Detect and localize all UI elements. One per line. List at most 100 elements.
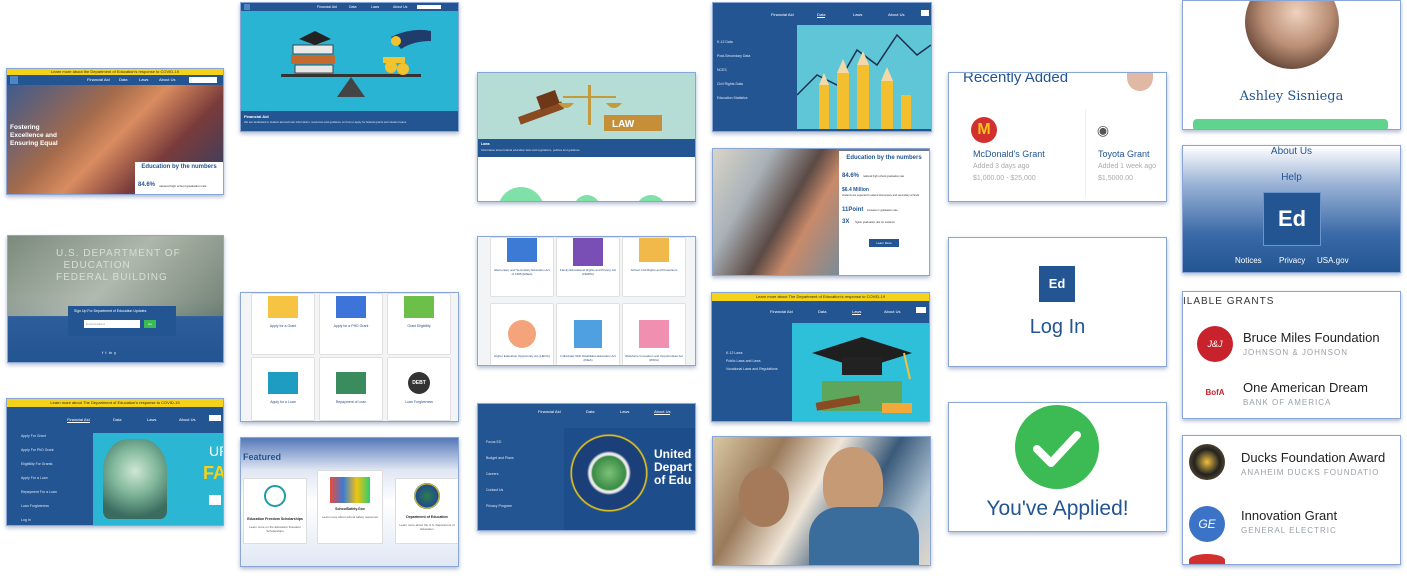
twitter-icon[interactable]: t [105,350,106,355]
thumb-aid-cards[interactable]: Apply for a Grant Apply for a PHD Grant … [240,292,459,422]
featured-card[interactable]: Education Freedom Scholarships Learn mor… [243,478,307,544]
grant-card[interactable]: ◉ Toyota Grant Added 1 week ago $1,5000.… [1085,109,1166,197]
thumb-featured[interactable]: Featured Education Freedom Scholarships … [240,437,459,567]
youtube-icon[interactable]: y [114,350,116,355]
sidebar-item[interactable]: K-12 Data [717,35,750,49]
thumb-aid-washington[interactable]: Learn more about The Department of Educa… [6,398,224,526]
nav-laws[interactable]: Laws [853,12,862,17]
nav-laws[interactable]: Laws [620,409,629,414]
avatar[interactable] [1245,1,1339,69]
nav-financial-aid[interactable]: Financial Aid [770,309,793,314]
nav-financial-aid[interactable]: Financial Aid [67,417,90,423]
thumb-login[interactable]: Ed Log In [948,237,1167,367]
nav-laws[interactable]: Laws [147,417,156,422]
nav-financial-aid[interactable]: Financial Aid [538,409,561,414]
grant-name[interactable]: One American Dream [1243,380,1368,395]
grant-name[interactable]: Bruce Miles Foundation [1243,330,1380,345]
learn-more-button[interactable]: Learn More [869,239,899,247]
action-button[interactable] [1193,119,1388,129]
law-card[interactable]: Elementary and Secondary Education Act o… [490,237,554,297]
avatar[interactable] [1127,73,1153,91]
aid-card[interactable]: Apply for a PHD Grant [319,293,383,355]
nav-about[interactable]: About Us [884,309,900,314]
thumb-laws[interactable]: LAW Laws Information about federal educa… [477,72,696,202]
footer-help-link[interactable]: Help [1183,172,1400,183]
footer-about-link[interactable]: About Us [1183,146,1400,157]
thumb-home-hero[interactable]: Learn more about the Department of Educa… [6,68,224,195]
search-input[interactable] [921,10,929,16]
facebook-icon[interactable]: f [102,350,103,355]
thumb-applied[interactable]: You've Applied! [948,402,1167,532]
linkedin-icon[interactable]: in [109,350,112,355]
aid-card[interactable]: Apply for a Loan [251,357,315,421]
sidebar-item[interactable]: Apply For a Loan [21,471,57,485]
nav-data[interactable]: Data [113,417,121,422]
sidebar-item[interactable]: Focus ED [486,434,514,450]
sidebar-item[interactable]: Log In [21,513,57,525]
nav-laws[interactable]: Laws [139,77,148,82]
sidebar-item[interactable]: Careers [486,466,514,482]
featured-card[interactable]: Department of Education Learn more about… [395,478,458,544]
thumb-footer[interactable]: About Us Help Ed Notices Privacy USA.gov [1182,145,1401,273]
law-card[interactable]: School Civil Rights and Protections [622,237,686,297]
thumb-profile[interactable]: Ashley Sisniega [1182,0,1401,130]
sidebar-item[interactable]: Repayment For a Loan [21,485,57,499]
thumb-available-grants[interactable]: ILABLE GRANTS J&J Bruce Miles Foundation… [1182,291,1401,419]
nav-financial-aid[interactable]: Financial Aid [771,12,794,17]
sidebar-item[interactable]: Public Laws and Laws [726,357,786,365]
footer-notices-link[interactable]: Notices [1235,256,1262,265]
nav-financial-aid[interactable]: Financial Aid [87,77,110,82]
nav-data[interactable]: Data [349,5,356,9]
nav-laws[interactable]: Laws [371,5,379,9]
hero-button[interactable] [209,495,221,505]
covid-banner[interactable]: Learn more about The Department of Educa… [7,399,223,407]
thumb-newsletter[interactable]: U.S. DEPARTMENT OF EDUCATION FEDERAL BUIL… [7,235,224,363]
nav-about[interactable]: About Us [654,409,671,415]
sidebar-item[interactable]: Post-Secondary Data [717,49,750,63]
footer-usagov-link[interactable]: USA.gov [1317,256,1349,265]
nav-data[interactable]: Data [119,77,127,82]
nav-about[interactable]: About Us [159,77,175,82]
sidebar-item[interactable]: Education Statistics [717,91,750,105]
nav-data[interactable]: Data [817,12,826,18]
aid-card[interactable]: DEBT Loan Forgiveness [387,357,451,421]
search-input[interactable] [189,77,217,83]
thumb-laws-grad[interactable]: Learn more about The Department of Educa… [711,292,930,422]
search-input[interactable] [916,307,926,313]
grant-name[interactable]: Innovation Grant [1241,508,1337,523]
nav-data[interactable]: Data [818,309,826,314]
nav-about[interactable]: About Us [393,5,407,9]
thumb-law-cards[interactable]: Elementary and Secondary Education Act o… [477,236,696,366]
sidebar-item[interactable]: Contact Us [486,482,514,498]
sidebar-item[interactable]: K-12 Laws [726,349,786,357]
law-card[interactable]: Higher Education Opportunity Act (HEOA) [490,303,554,365]
thumb-data[interactable]: Financial Aid Data Laws About Us K-12 Da… [712,2,932,132]
sidebar-item[interactable]: NCES [717,63,750,77]
nav-about[interactable]: About Us [888,12,904,17]
aid-card[interactable]: Repayment of Loan [319,357,383,421]
sidebar-item[interactable]: Budget and Plans [486,450,514,466]
search-input[interactable] [209,415,221,421]
law-card[interactable]: Workforce Innovation and Opportunities A… [622,303,686,365]
sidebar-item[interactable]: Eligibility For Grants [21,457,57,471]
footer-privacy-link[interactable]: Privacy [1279,256,1305,265]
nav-about[interactable]: About Us [179,417,195,422]
aid-card[interactable]: Apply for a Grant [251,293,315,355]
thumb-grant-list[interactable]: Ducks Foundation Award ANAHEIM DUCKS FOU… [1182,435,1401,565]
law-card[interactable]: Individuals With Disabilities Education … [556,303,620,365]
covid-banner[interactable]: Learn more about The Department of Educa… [712,293,929,301]
thumb-about-us[interactable]: Financial Aid Data Laws About Us Focus E… [477,403,696,531]
sidebar-item[interactable]: Apply For Grant [21,429,57,443]
sidebar-item[interactable]: Privacy Program [486,498,514,514]
law-card[interactable]: Family Educational Rights and Privacy Ac… [556,237,620,297]
featured-card[interactable]: SchoolSafety.Gov Learn more about school… [317,470,383,544]
thumb-education-numbers[interactable]: Education by the numbers 84.6% national … [712,148,930,276]
email-field[interactable]: Email Address [84,320,140,328]
grant-name[interactable]: Ducks Foundation Award [1241,450,1385,465]
sidebar-item[interactable]: Apply For PhD Grant [21,443,57,457]
thumb-recently-added[interactable]: Recently Added M McDonald's Grant Added … [948,72,1167,202]
category-circle[interactable] [574,195,600,201]
sidebar-item[interactable]: Civil Rights Data [717,77,750,91]
thumb-financial-aid[interactable]: Financial Aid Data Laws About Us Financi… [240,2,459,132]
sidebar-item[interactable]: Vocational Laws and Regulations [726,365,786,373]
